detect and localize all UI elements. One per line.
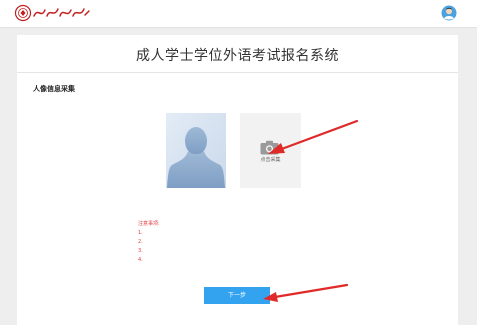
user-avatar-icon[interactable]	[441, 5, 457, 21]
notice-section: 注意事项: 1. 2. 3. 4.	[138, 221, 358, 264]
notice-item-number: 2.	[138, 239, 143, 245]
notice-item: 3.	[138, 248, 358, 255]
camera-icon	[260, 140, 279, 155]
registration-card: 成人学士学位外语考试报名系统 人像信息采集 点击采集 注意事项: 1. 2. 3…	[17, 35, 458, 325]
notice-item: 1.	[138, 230, 358, 237]
capture-photo-button[interactable]: 点击采集	[240, 113, 301, 188]
notice-item: 2.	[138, 239, 358, 246]
person-silhouette-icon	[166, 113, 226, 188]
university-logo-icon[interactable]	[14, 4, 92, 22]
notice-item-number: 3.	[138, 248, 143, 254]
page-title: 成人学士学位外语考试报名系统	[136, 48, 339, 64]
capture-label: 点击采集	[260, 157, 281, 163]
next-step-button[interactable]: 下一步	[204, 287, 270, 304]
section-label: 人像信息采集	[33, 85, 75, 93]
notice-item-number: 4.	[138, 257, 143, 263]
top-bar	[0, 0, 477, 28]
title-divider	[17, 72, 458, 73]
notice-item: 4.	[138, 257, 358, 264]
notice-item-number: 1.	[138, 230, 143, 236]
notice-title: 注意事项:	[138, 221, 160, 227]
portrait-placeholder	[166, 113, 226, 188]
